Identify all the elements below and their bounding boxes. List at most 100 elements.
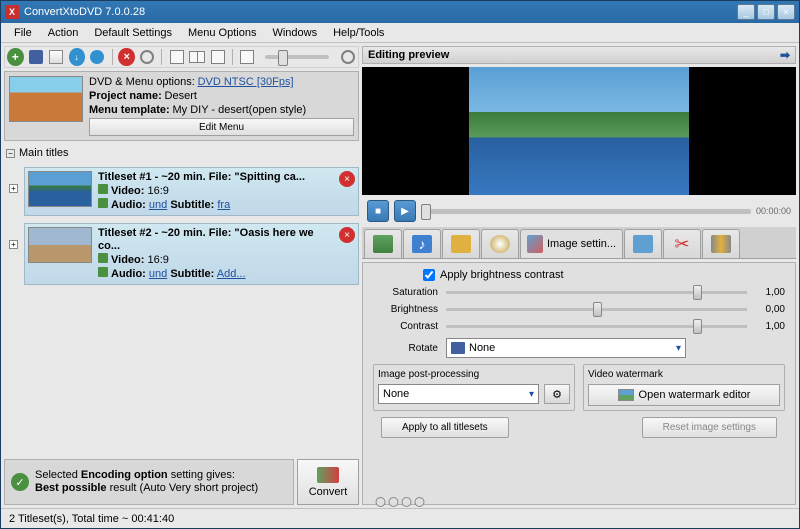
- video-icon: [98, 253, 108, 263]
- right-pane: Editing preview ➡ ■ ▶ 00:00:00 ♪ Image s…: [362, 46, 796, 505]
- edit-menu-button[interactable]: Edit Menu: [89, 118, 354, 136]
- view3-icon[interactable]: [209, 48, 226, 66]
- left-pane: + ↓ × DVD & Menu options: [4, 46, 359, 505]
- tab-output[interactable]: [702, 229, 740, 258]
- watermark-icon: [618, 389, 634, 401]
- menu-default-settings[interactable]: Default Settings: [86, 23, 180, 42]
- remove-titleset-icon[interactable]: ×: [339, 171, 355, 187]
- encoding-panel: ✓ Selected Encoding option setting gives…: [4, 459, 294, 505]
- post-processing-config-button[interactable]: ⚙: [544, 384, 570, 404]
- titlebar: X ConvertXtoDVD 7.0.0.28 _ □ ×: [1, 1, 799, 23]
- audio-link[interactable]: und: [149, 268, 167, 280]
- preview-expand-icon[interactable]: ➡: [780, 48, 790, 62]
- video-icon: [98, 184, 108, 194]
- watermark-panel: Video watermark Open watermark editor: [583, 364, 785, 411]
- play-button[interactable]: ▶: [394, 200, 416, 222]
- refresh-icon[interactable]: [139, 48, 156, 66]
- expand-icon[interactable]: +: [9, 240, 18, 249]
- project-name-row: Project name: Desert: [89, 90, 354, 102]
- preview-image: [469, 67, 689, 195]
- app-window: X ConvertXtoDVD 7.0.0.28 _ □ × File Acti…: [0, 0, 800, 529]
- size-slider[interactable]: [265, 55, 329, 59]
- time-display: 00:00:00: [756, 206, 791, 216]
- titleset-row[interactable]: + Titleset #2 - ~20 min. File: "Oasis he…: [24, 223, 359, 285]
- menu-help-tools[interactable]: Help/Tools: [325, 23, 392, 42]
- tab-subtitle[interactable]: [442, 229, 480, 258]
- checkbox-input[interactable]: [423, 269, 435, 281]
- post-processing-combo[interactable]: None: [378, 384, 539, 404]
- left-toolbar: + ↓ ×: [4, 46, 359, 68]
- player-controls: ■ ▶ 00:00:00: [362, 198, 796, 224]
- maximize-button[interactable]: □: [757, 4, 775, 20]
- titleset-info: Titleset #1 - ~20 min. File: "Spitting c…: [98, 171, 333, 212]
- titleset-row[interactable]: + Titleset #1 - ~20 min. File: "Spitting…: [24, 167, 359, 216]
- view1-icon[interactable]: [168, 48, 185, 66]
- subtitle-link[interactable]: fra: [217, 199, 230, 211]
- dvd-options-link[interactable]: DVD NTSC [30Fps]: [198, 76, 294, 88]
- tab-audio[interactable]: ♪: [403, 229, 441, 258]
- remove-titleset-icon[interactable]: ×: [339, 227, 355, 243]
- size-icon[interactable]: [339, 48, 356, 66]
- convert-icon: [317, 467, 339, 483]
- menu-template-row: Menu template: My DIY - desert(open styl…: [89, 104, 354, 116]
- brightness-slider[interactable]: [446, 308, 747, 311]
- audio-icon: [98, 267, 108, 277]
- titleset-thumbnail[interactable]: [28, 227, 92, 263]
- contrast-slider[interactable]: [446, 325, 747, 328]
- add-icon[interactable]: +: [7, 48, 24, 66]
- titleset-info: Titleset #2 - ~20 min. File: "Oasis here…: [98, 227, 333, 281]
- menu-action[interactable]: Action: [40, 23, 87, 42]
- open-watermark-button[interactable]: Open watermark editor: [588, 384, 780, 406]
- minimize-button[interactable]: _: [737, 4, 755, 20]
- rotate-combo[interactable]: None: [446, 338, 686, 358]
- menu-file[interactable]: File: [6, 23, 40, 42]
- download-icon[interactable]: ↓: [69, 48, 86, 66]
- toolbar-separator: [232, 49, 233, 65]
- subtitle-link[interactable]: Add...: [217, 268, 246, 280]
- image-settings-panel: Apply brightness contrast Saturation 1,0…: [362, 262, 796, 505]
- audio-link[interactable]: und: [149, 199, 167, 211]
- dvd-menu-panel: DVD & Menu options: DVD NTSC [30Fps] Pro…: [4, 71, 359, 141]
- dvd-options-row: DVD & Menu options: DVD NTSC [30Fps]: [89, 76, 354, 88]
- save-icon[interactable]: [28, 48, 45, 66]
- rotate-icon: [451, 342, 465, 354]
- statusbar: 2 Titleset(s), Total time ~ 00:41:40: [1, 508, 799, 528]
- saturation-slider[interactable]: [446, 291, 747, 294]
- window-title: ConvertXtoDVD 7.0.0.28: [24, 6, 737, 18]
- open-icon[interactable]: [48, 48, 65, 66]
- apply-brightness-checkbox[interactable]: Apply brightness contrast: [373, 269, 785, 281]
- menubar: File Action Default Settings Menu Option…: [1, 23, 799, 43]
- close-button[interactable]: ×: [777, 4, 795, 20]
- apply-all-button[interactable]: Apply to all titlesets: [381, 417, 509, 438]
- collapse-icon[interactable]: −: [6, 149, 15, 158]
- dvd-menu-thumbnail[interactable]: [9, 76, 83, 122]
- play-icon[interactable]: [89, 48, 106, 66]
- audio-icon: [98, 198, 108, 208]
- doc-icon[interactable]: [239, 48, 256, 66]
- toolbar-separator: [161, 49, 162, 65]
- tab-crop[interactable]: [624, 229, 662, 258]
- tab-chapter[interactable]: [481, 229, 519, 258]
- main-titles-header[interactable]: − Main titles: [4, 144, 359, 162]
- encoding-text: Selected Encoding option setting gives: …: [35, 469, 287, 495]
- tab-video[interactable]: [364, 229, 402, 258]
- titleset-thumbnail[interactable]: [28, 171, 92, 207]
- reset-button[interactable]: Reset image settings: [642, 417, 777, 438]
- post-processing-panel: Image post-processing None ⚙: [373, 364, 575, 411]
- menu-windows[interactable]: Windows: [264, 23, 325, 42]
- delete-icon[interactable]: ×: [118, 48, 135, 66]
- preview-area[interactable]: [362, 67, 796, 195]
- saturation-row: Saturation 1,00: [373, 287, 785, 298]
- convert-button[interactable]: Convert: [297, 459, 359, 505]
- rotate-row: Rotate None: [373, 338, 785, 358]
- pane-resize-handles[interactable]: [376, 497, 425, 507]
- tab-cut[interactable]: ✂: [663, 229, 701, 258]
- tab-image-settings[interactable]: Image settin...: [520, 229, 623, 258]
- stop-button[interactable]: ■: [367, 200, 389, 222]
- menu-menu-options[interactable]: Menu Options: [180, 23, 264, 42]
- view2-icon[interactable]: [189, 48, 206, 66]
- progress-slider[interactable]: [421, 209, 751, 214]
- check-icon: ✓: [11, 473, 29, 491]
- expand-icon[interactable]: +: [9, 184, 18, 193]
- toolbar-separator: [112, 49, 113, 65]
